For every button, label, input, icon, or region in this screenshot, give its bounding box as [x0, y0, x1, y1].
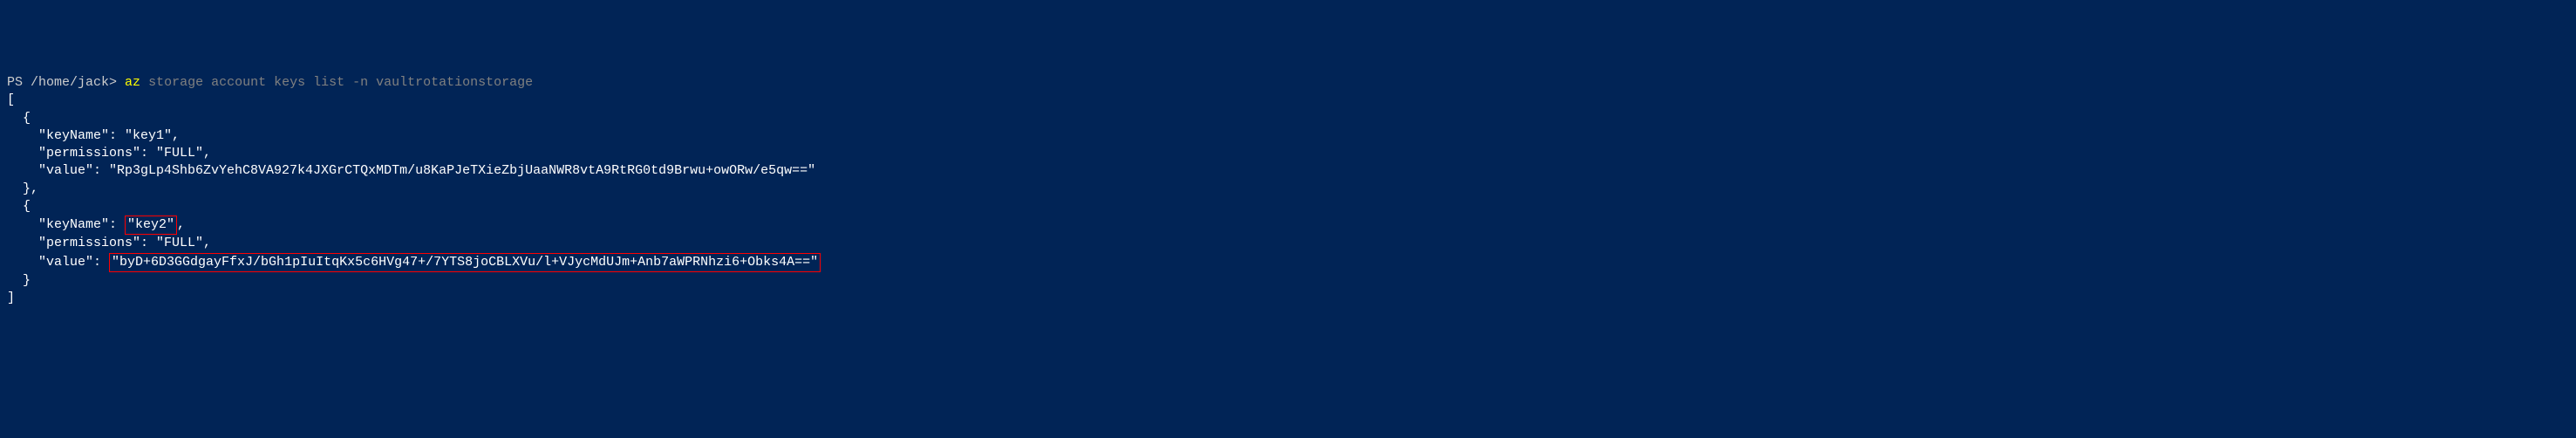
- key1-keyname-line: "keyName": "key1",: [7, 128, 180, 143]
- terminal-window[interactable]: PS /home/jack> az storage account keys l…: [7, 74, 2569, 307]
- cmd-storage: storage account keys list: [140, 75, 352, 90]
- output-brace-open: {: [7, 111, 31, 126]
- highlight-keyname: "key2": [125, 216, 177, 235]
- prompt-ps: PS: [7, 75, 31, 90]
- output-brace-open: {: [7, 199, 31, 214]
- highlight-value: "byD+6D3GGdgayFfxJ/bGh1pIuItqKx5c6HVg47+…: [109, 253, 821, 272]
- cmd-flag: -n: [352, 75, 368, 90]
- cmd-arg: vaultrotationstorage: [368, 75, 533, 90]
- key2-keyname-line: "keyName": "key2",: [7, 217, 185, 232]
- key2-value-line: "value": "byD+6D3GGdgayFfxJ/bGh1pIuItqKx…: [7, 255, 821, 270]
- cmd-az: az: [125, 75, 140, 90]
- prompt-path: /home/jack>: [31, 75, 125, 90]
- command-line: PS /home/jack> az storage account keys l…: [7, 75, 533, 90]
- output-brace-close: },: [7, 181, 38, 196]
- output-brace-close: }: [7, 273, 31, 288]
- key2-permissions-line: "permissions": "FULL",: [7, 236, 211, 250]
- output-bracket-close: ]: [7, 291, 15, 305]
- output-bracket-open: [: [7, 92, 15, 107]
- key1-permissions-line: "permissions": "FULL",: [7, 146, 211, 161]
- key1-value-line: "value": "Rp3gLp4Shb6ZvYehC8VA927k4JXGrC…: [7, 163, 815, 178]
